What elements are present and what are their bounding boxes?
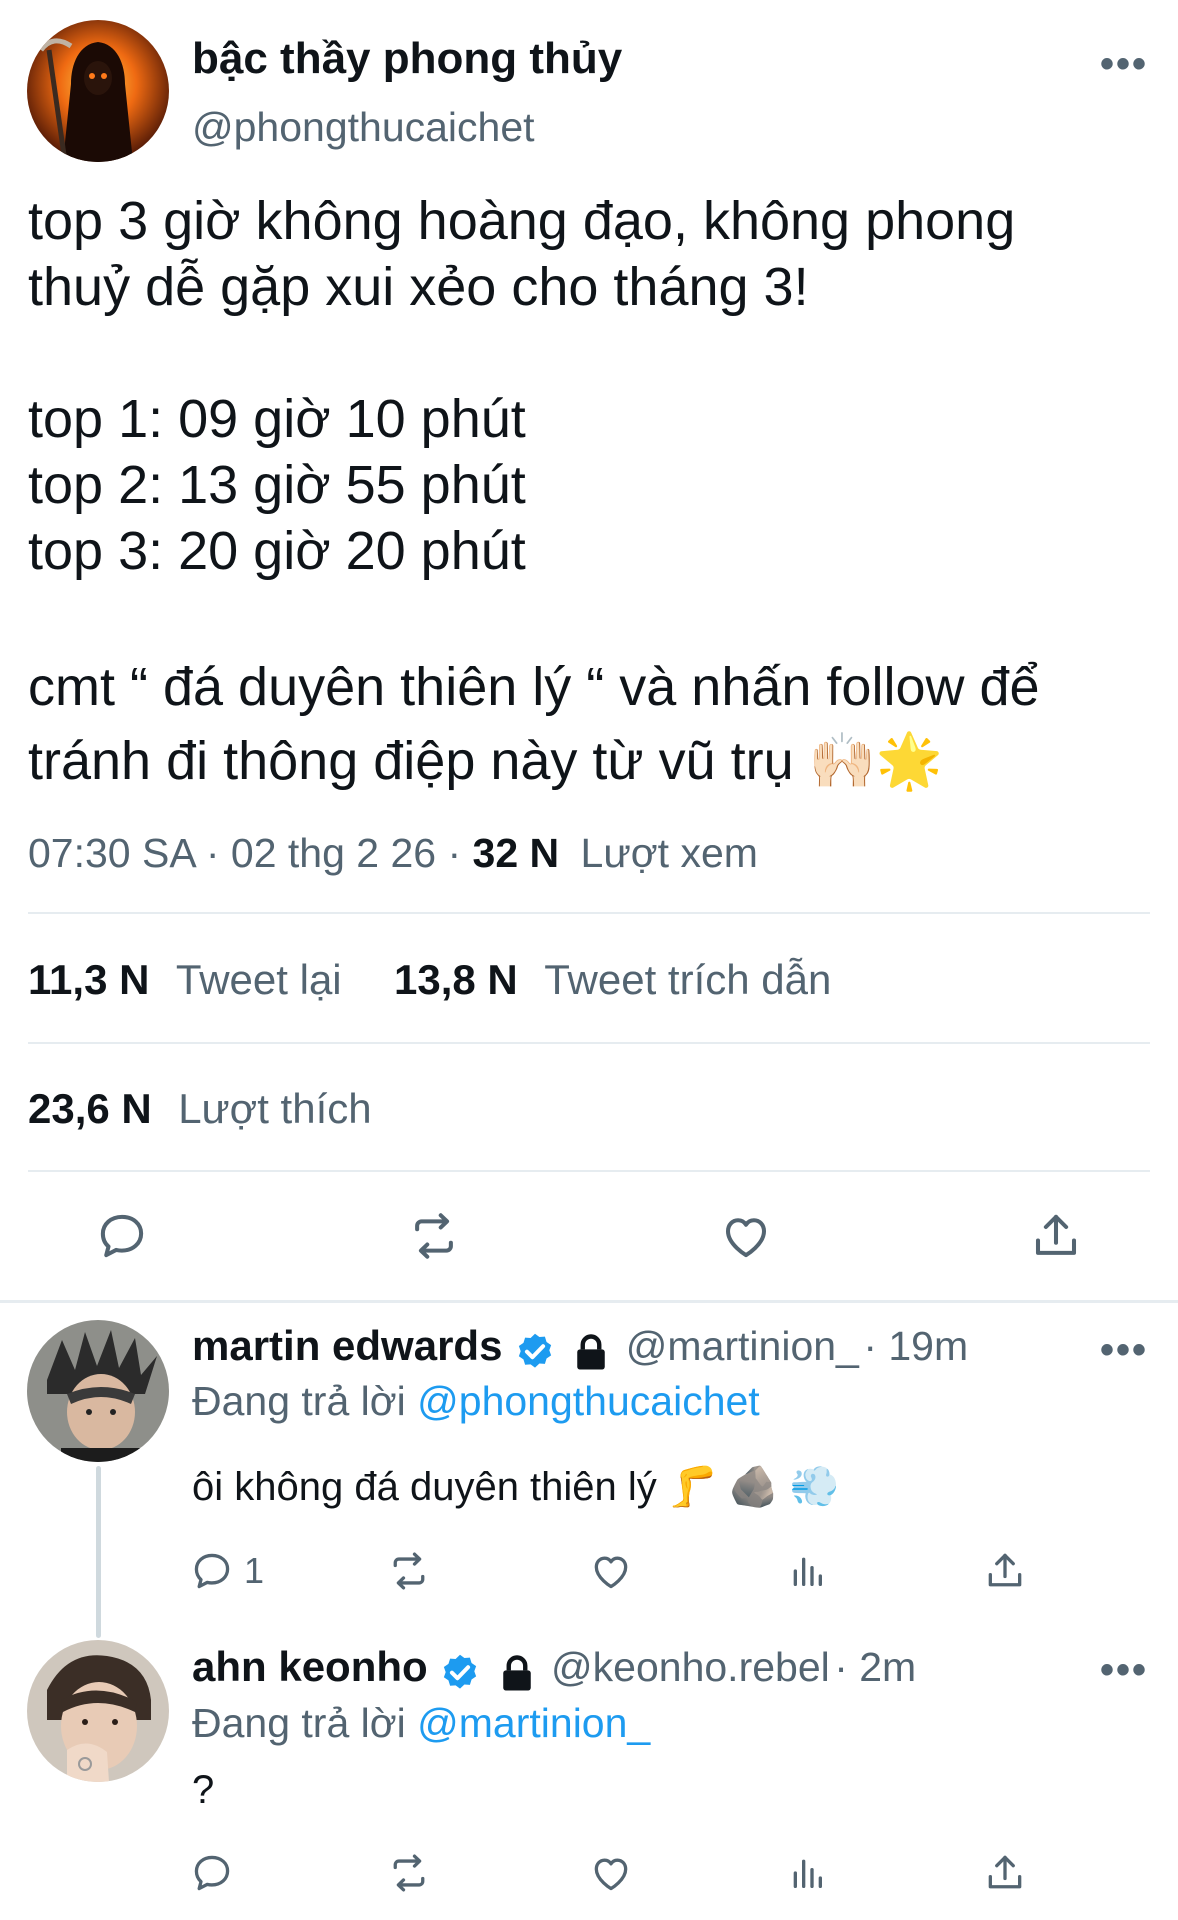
tweet-text-line: top 1: 09 giờ 10 phút [28,389,526,449]
tweet-text-line: top 2: 13 giờ 55 phút [28,455,526,515]
reply-author-handle[interactable]: @martinion_ [626,1323,859,1369]
verified-badge-icon [444,1654,477,1689]
main-author-handle[interactable]: @phongthucaichet [192,104,535,151]
thread-line [96,1466,101,1638]
reply-count: 1 [244,1550,265,1591]
like-button[interactable] [586,1848,636,1898]
meta-separator: · [863,1323,889,1369]
more-horizontal-icon[interactable]: ••• [1100,1328,1148,1373]
retweet-button[interactable] [404,1206,464,1266]
heart-icon [594,1556,628,1589]
views-count: 32 N [472,830,560,876]
views-label: Lượt xem [580,830,758,876]
main-author-name[interactable]: bậc thầy phong thủy [192,34,622,84]
heart-icon [725,1218,767,1258]
divider [28,912,1150,914]
tweet-text-line: tránh đi thông điệp này từ vũ trụ 🙌🏻🌟 [28,731,944,791]
section-divider [0,1300,1178,1303]
analytics-button[interactable] [782,1848,832,1898]
quotes-stat[interactable]: 13,8 N Tweet trích dẫn [394,956,831,1004]
retweet-icon [393,1854,425,1892]
meta-separator: · [205,830,231,876]
replying-to-link[interactable]: @martinion_ [417,1700,650,1746]
replying-to: Đang trả lời @phongthucaichet [192,1378,760,1425]
replying-to-link[interactable]: @phongthucaichet [417,1378,760,1424]
tweet-meta: 07:30 SA · 02 thg 2 26 · 32 N Lượt xem [28,830,758,877]
reply-header: ahn keonho @keonho.rebel · 2m [192,1643,916,1696]
reply-author-avatar[interactable] [27,1640,169,1782]
tweet-text-line: top 3 giờ không hoàng đạo, không phong [28,191,1016,251]
reply-time[interactable]: 2m [859,1644,916,1690]
retweets-label: Tweet lại [175,956,342,1003]
reply-text: ôi không đá duyên thiên lý 🦵 🪨 💨 [192,1465,840,1509]
tweet-text: top 3 giờ không hoàng đạo, không phong t… [28,188,1158,798]
retweet-icon [393,1552,425,1590]
share-button[interactable] [1026,1206,1086,1266]
lock-icon [502,1655,531,1691]
retweet-icon [415,1213,453,1259]
comment-icon [100,1214,144,1258]
reply-author-name[interactable]: ahn keonho [192,1643,428,1690]
share-button[interactable] [980,1848,1030,1898]
tweet-text-line [28,584,1158,650]
verified-badge-icon [518,1333,552,1368]
lock-icon [577,1334,606,1370]
reply-text: ? [192,1768,215,1812]
more-horizontal-icon[interactable]: ••• [1100,1648,1148,1693]
quotes-count: 13,8 N [394,956,518,1003]
retweets-count: 11,3 N [28,956,150,1003]
retweets-stat[interactable]: 11,3 N Tweet lại [28,956,342,1004]
meta-separator: · [447,830,473,876]
replying-to: Đang trả lời @martinion_ [192,1700,650,1747]
analytics-icon [793,1557,822,1586]
share-button[interactable] [980,1546,1030,1596]
tweet-text-line: cmt “ đá duyên thiên lý “ và nhấn follow… [28,657,1040,717]
replying-to-label: Đang trả lời [192,1378,406,1424]
meta-separator: · [834,1644,860,1690]
likes-stat[interactable]: 23,6 N Lượt thích [28,1085,372,1133]
main-author-avatar[interactable] [27,20,169,162]
reply-time[interactable]: 19m [888,1323,968,1369]
divider [28,1170,1150,1172]
likes-count: 23,6 N [28,1085,152,1132]
retweet-button[interactable] [384,1848,434,1898]
reply-button[interactable]: 1 [190,1546,264,1596]
analytics-icon [793,1859,822,1888]
reply-header: martin edwards @martinion_ · 19m [192,1322,968,1375]
tweet-text-line: top 3: 20 giờ 20 phút [28,521,526,581]
reply-button[interactable] [190,1848,234,1898]
tweet-text-line [28,320,1158,386]
like-button[interactable] [716,1206,776,1266]
likes-label: Lượt thích [178,1085,372,1132]
replying-to-label: Đang trả lời [192,1700,406,1746]
tweet-time[interactable]: 07:30 SA [28,830,194,876]
tweet-date[interactable]: 02 thg 2 26 [231,830,436,876]
comment-icon [194,1855,230,1891]
like-button[interactable] [586,1546,636,1596]
share-icon [988,1855,1022,1889]
heart-icon [594,1858,628,1891]
reply-author-handle[interactable]: @keonho.rebel [551,1644,830,1690]
quotes-label: Tweet trích dẫn [544,956,832,1003]
reply-button[interactable] [92,1206,152,1266]
share-icon [988,1553,1022,1587]
share-icon [1035,1214,1077,1255]
divider [28,1042,1150,1044]
more-horizontal-icon[interactable]: ••• [1100,42,1148,87]
reply-author-avatar[interactable] [27,1320,169,1462]
comment-icon [194,1553,230,1589]
tweet-text-line: thuỷ dễ gặp xui xẻo cho tháng 3! [28,257,809,317]
analytics-button[interactable] [782,1546,832,1596]
reply-author-name[interactable]: martin edwards [192,1322,502,1369]
retweet-button[interactable] [384,1546,434,1596]
